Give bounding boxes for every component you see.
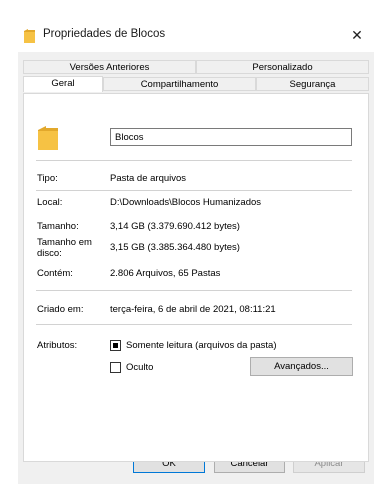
size-label: Tamanho: — [37, 221, 79, 232]
location-value: D:\Downloads\Blocos Humanizados — [110, 197, 262, 208]
tab-versoes-anteriores[interactable]: Versões Anteriores — [23, 60, 196, 74]
created-label: Criado em: — [37, 304, 84, 315]
created-value: terça-feira, 6 de abril de 2021, 08:11:2… — [110, 304, 276, 315]
window-title: Propriedades de Blocos — [43, 28, 166, 40]
tab-geral[interactable]: Geral — [23, 76, 103, 92]
location-label: Local: — [37, 197, 63, 208]
readonly-checkbox-label[interactable]: Somente leitura (arquivos da pasta) — [126, 340, 277, 351]
readonly-checkbox[interactable] — [110, 340, 121, 351]
size-value: 3,14 GB (3.379.690.412 bytes) — [110, 221, 240, 232]
separator — [36, 190, 352, 191]
size-on-disk-value: 3,15 GB (3.385.364.480 bytes) — [110, 242, 240, 253]
hidden-checkbox-label[interactable]: Oculto — [126, 362, 153, 373]
contains-label: Contém: — [37, 268, 73, 279]
folder-icon — [24, 29, 35, 43]
advanced-button[interactable]: Avançados... — [250, 357, 353, 376]
folder-name-input[interactable] — [110, 128, 352, 146]
properties-dialog: Propriedades de Blocos ✕ Versões Anterio… — [18, 18, 374, 484]
close-button[interactable]: ✕ — [340, 18, 374, 52]
general-tab-panel: Tipo: Pasta de arquivos Local: D:\Downlo… — [23, 93, 369, 462]
contains-value: 2.806 Arquivos, 65 Pastas — [110, 268, 221, 279]
tab-personalizado[interactable]: Personalizado — [196, 60, 369, 74]
separator — [36, 160, 352, 161]
folder-icon — [38, 126, 58, 150]
tab-compartilhamento[interactable]: Compartilhamento — [103, 77, 256, 91]
separator — [36, 324, 352, 325]
attributes-label: Atributos: — [37, 340, 78, 351]
type-label: Tipo: — [37, 173, 58, 184]
hidden-checkbox[interactable] — [110, 362, 121, 373]
title-bar: Propriedades de Blocos ✕ — [18, 18, 374, 52]
separator — [36, 290, 352, 291]
type-value: Pasta de arquivos — [110, 173, 187, 184]
size-on-disk-label: Tamanho em disco: — [37, 237, 92, 259]
tab-seguranca[interactable]: Segurança — [256, 77, 369, 91]
